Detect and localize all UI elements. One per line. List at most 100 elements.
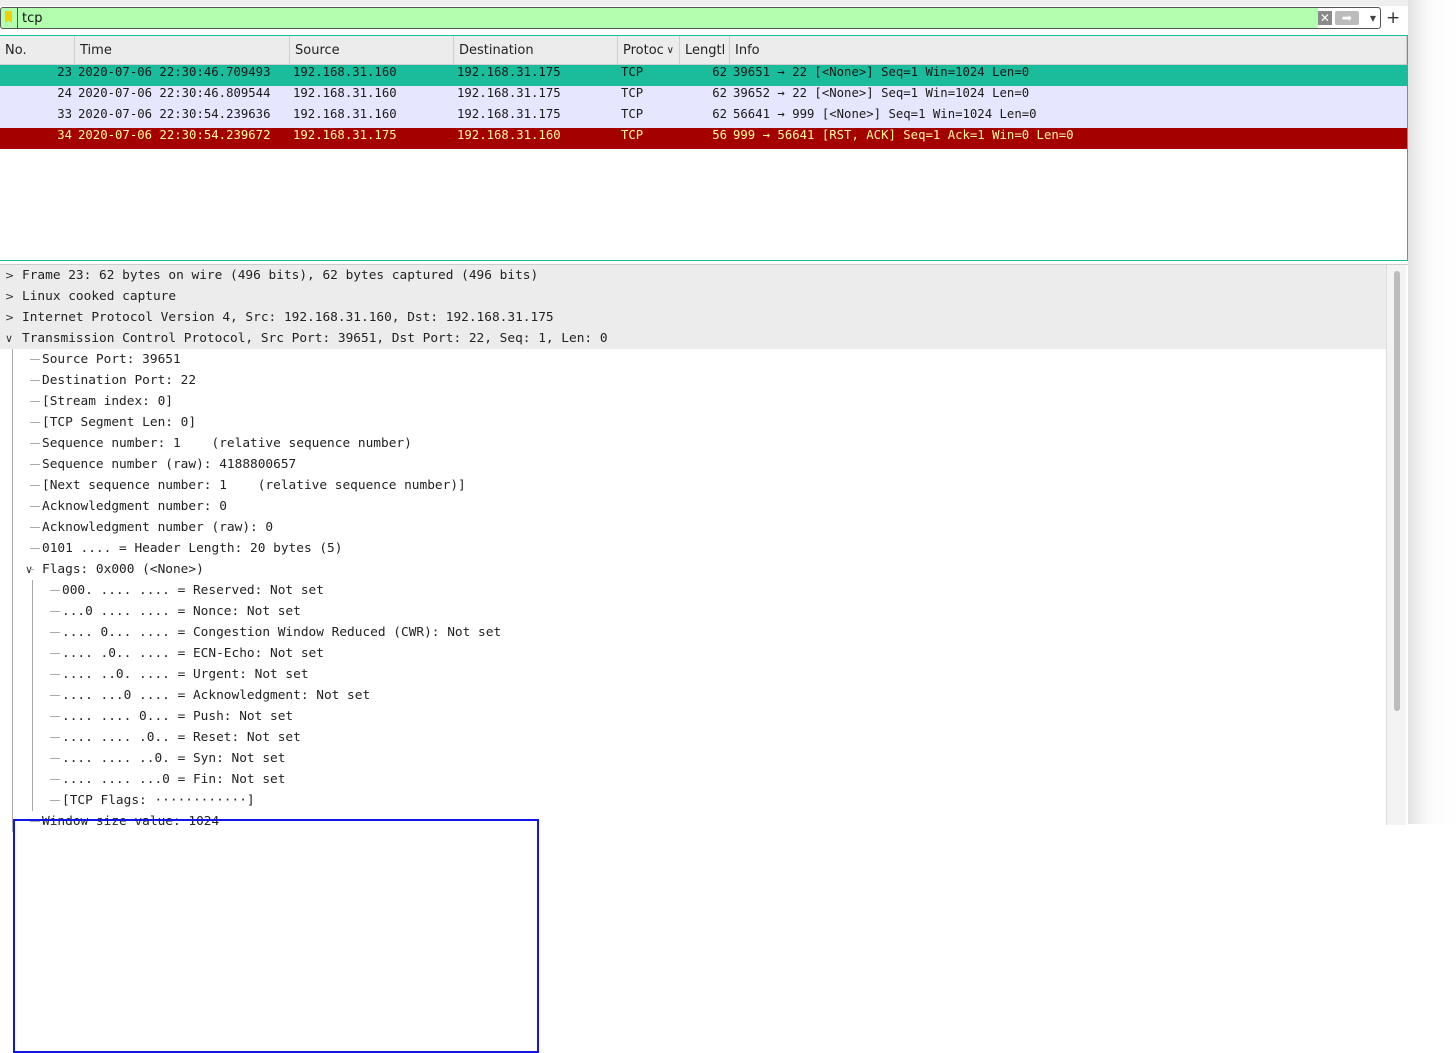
detail-row[interactable]: ...0 .... .... = Nonce: Not set [0, 601, 1386, 622]
tree-line [12, 727, 13, 748]
clear-icon[interactable]: ✕ [1317, 11, 1332, 25]
packet-list: No. Time Source Destination Protoc ∨ Lengtl Inf… [0, 35, 1408, 261]
tree-line [32, 664, 33, 685]
chevron-down-icon[interactable]: ∨ [5, 328, 13, 349]
cell-time: 2020-07-06 22:30:54.239672 [78, 128, 271, 142]
cell-proto: TCP [621, 128, 644, 142]
column-header-time[interactable]: Time [75, 36, 290, 64]
scrollbar[interactable] [1386, 265, 1406, 825]
detail-row[interactable]: Destination Port: 22 [0, 370, 1386, 391]
tree-line [32, 727, 33, 748]
detail-row[interactable]: Window size value: 1024 [0, 811, 1386, 832]
detail-row[interactable]: ∨ Transmission Control Protocol, Src Port… [0, 328, 1386, 349]
detail-row[interactable]: > Internet Protocol Version 4, Src: 192.1… [0, 307, 1386, 328]
tree-line [12, 349, 13, 370]
detail-row[interactable]: [Next sequence number: 1 (relative seque… [0, 475, 1386, 496]
cell-len: 56 [712, 128, 727, 142]
detail-row[interactable]: .... .0.. .... = ECN-Echo: Not set [0, 643, 1386, 664]
tree-line [50, 716, 60, 717]
detail-row[interactable]: [TCP Flags: ············] [0, 790, 1386, 811]
detail-text: .... 0... .... = Congestion Window Reduc… [62, 625, 502, 640]
cell-info: 999 → 56641 [RST, ACK] Seq=1 Ack=1 Win=0… [733, 128, 1074, 142]
detail-row[interactable]: > Frame 23: 62 bytes on wire (496 bits), … [0, 265, 1386, 286]
chevron-right-icon[interactable]: > [5, 307, 14, 328]
arrow-right-icon[interactable]: ➡ [1334, 11, 1359, 25]
detail-row[interactable]: [Stream index: 0] [0, 391, 1386, 412]
detail-text: Sequence number: 1 (relative sequence nu… [42, 436, 412, 451]
packet-row[interactable]: 23 2020-07-06 22:30:46.709493 192.168.31.1… [0, 65, 1407, 86]
cell-src: 192.168.31.160 [293, 86, 397, 100]
tree-line [30, 422, 40, 423]
add-filter-button[interactable]: + [1386, 8, 1400, 28]
detail-row[interactable]: Acknowledgment number (raw): 0 [0, 517, 1386, 538]
display-filter-bar[interactable]: tcp ✕ ➡ ▼ [0, 7, 1381, 29]
tree-line [12, 433, 13, 454]
side-pane [1408, 0, 1456, 824]
tree-line [12, 496, 13, 517]
detail-row[interactable]: Acknowledgment number: 0 [0, 496, 1386, 517]
chevron-right-icon[interactable]: > [5, 265, 14, 286]
tree-line [32, 769, 33, 790]
detail-text: .... ...0 .... = Acknowledgment: Not set [62, 688, 371, 703]
detail-text: .... ..0. .... = Urgent: Not set [62, 667, 309, 682]
detail-row[interactable]: .... ..0. .... = Urgent: Not set [0, 664, 1386, 685]
cell-info: 39652 → 22 [<None>] Seq=1 Win=1024 Len=0 [733, 86, 1030, 100]
cell-len: 62 [712, 107, 727, 121]
detail-row[interactable]: > Linux cooked capture [0, 286, 1386, 307]
detail-text: Window size value: 1024 [42, 814, 220, 829]
detail-text: .... .... 0... = Push: Not set [62, 709, 294, 724]
cell-len: 62 [712, 65, 727, 79]
detail-row[interactable]: .... .... .0.. = Reset: Not set [0, 727, 1386, 748]
tree-line [12, 811, 13, 832]
detail-text: 0101 .... = Header Length: 20 bytes (5) [42, 541, 343, 556]
chevron-right-icon[interactable]: > [5, 286, 14, 307]
tree-line [32, 790, 33, 811]
tree-line [12, 706, 13, 727]
cell-proto: TCP [621, 107, 644, 121]
detail-row[interactable]: 0101 .... = Header Length: 20 bytes (5) [0, 538, 1386, 559]
chevron-down-icon[interactable]: ▼ [1370, 14, 1376, 23]
column-header-info[interactable]: Info [730, 36, 1407, 64]
packet-row[interactable]: 33 2020-07-06 22:30:54.239636 192.168.31.1… [0, 107, 1407, 128]
cell-no: 23 [57, 65, 72, 79]
packet-row[interactable]: 34 2020-07-06 22:30:54.239672 192.168.31.1… [0, 128, 1407, 149]
column-header-destination[interactable]: Destination [454, 36, 618, 64]
tree-line [30, 443, 40, 444]
scrollbar-thumb[interactable] [1394, 271, 1400, 711]
detail-row[interactable]: .... .... ..0. = Syn: Not set [0, 748, 1386, 769]
detail-text: Linux cooked capture [22, 289, 177, 304]
detail-row[interactable]: .... .... 0... = Push: Not set [0, 706, 1386, 727]
tree-line [12, 643, 13, 664]
tree-line [12, 664, 13, 685]
display-filter-input[interactable]: tcp [18, 11, 1318, 26]
detail-row[interactable]: [TCP Segment Len: 0] [0, 412, 1386, 433]
detail-row[interactable]: .... 0... .... = Congestion Window Reduc… [0, 622, 1386, 643]
detail-row[interactable]: .... ...0 .... = Acknowledgment: Not set [0, 685, 1386, 706]
detail-text: 000. .... .... = Reserved: Not set [62, 583, 324, 598]
packet-row[interactable]: 24 2020-07-06 22:30:46.809544 192.168.31.1… [0, 86, 1407, 107]
detail-text: ...0 .... .... = Nonce: Not set [62, 604, 301, 619]
cell-dst: 192.168.31.175 [457, 86, 561, 100]
detail-text: [TCP Flags: ············] [62, 793, 255, 808]
tree-line [12, 559, 13, 580]
column-header-protocol[interactable]: Protoc ∨ [618, 36, 680, 64]
tree-line [50, 779, 60, 780]
tree-line [12, 412, 13, 433]
tree-line [12, 769, 13, 790]
detail-row[interactable]: Sequence number: 1 (relative sequence nu… [0, 433, 1386, 454]
detail-row[interactable]: Sequence number (raw): 4188800657 [0, 454, 1386, 475]
tree-line [30, 380, 40, 381]
detail-row[interactable]: ∨Flags: 0x000 (<None>) [0, 559, 1386, 580]
tree-line [50, 653, 60, 654]
column-header-length[interactable]: Lengtl [680, 36, 730, 64]
detail-row[interactable]: 000. .... .... = Reserved: Not set [0, 580, 1386, 601]
tree-line [50, 632, 60, 633]
cell-dst: 192.168.31.175 [457, 107, 561, 121]
detail-row[interactable]: .... .... ...0 = Fin: Not set [0, 769, 1386, 790]
detail-row[interactable]: Source Port: 39651 [0, 349, 1386, 370]
column-header-no[interactable]: No. [0, 36, 75, 64]
tree-line [12, 370, 13, 391]
tree-line [12, 601, 13, 622]
column-header-source[interactable]: Source [290, 36, 454, 64]
bookmark-icon[interactable] [1, 8, 18, 28]
